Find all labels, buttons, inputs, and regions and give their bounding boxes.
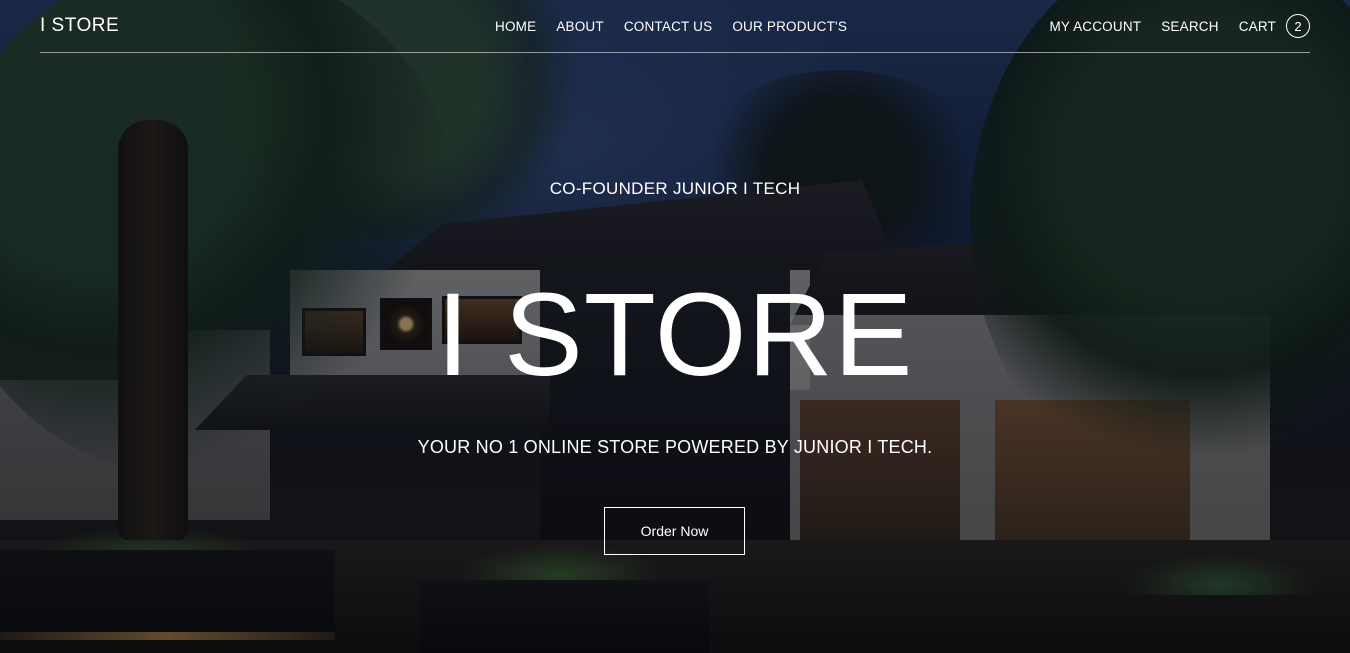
- my-account-link[interactable]: MY ACCOUNT: [1049, 19, 1141, 34]
- hero-tagline: YOUR NO 1 ONLINE STORE POWERED BY JUNIOR…: [417, 437, 933, 457]
- brand-logo[interactable]: I STORE: [40, 15, 119, 37]
- order-now-button[interactable]: Order Now: [604, 507, 745, 555]
- main-nav: HOME ABOUT CONTACT US OUR PRODUCT'S: [495, 19, 847, 34]
- nav-home[interactable]: HOME: [495, 19, 536, 34]
- cart-count-badge: 2: [1286, 14, 1310, 38]
- hero-section: I STORE HOME ABOUT CONTACT US OUR PRODUC…: [0, 0, 1350, 653]
- hero-title: I STORE: [436, 269, 914, 401]
- search-link[interactable]: SEARCH: [1161, 19, 1218, 34]
- utility-nav: MY ACCOUNT SEARCH CART 2: [1049, 14, 1310, 38]
- nav-contact-us[interactable]: CONTACT US: [624, 19, 713, 34]
- cart-label: CART: [1238, 19, 1276, 34]
- nav-about[interactable]: ABOUT: [556, 19, 604, 34]
- hero-eyebrow: CO-FOUNDER JUNIOR I TECH: [549, 179, 801, 198]
- cart-link[interactable]: CART 2: [1239, 14, 1310, 38]
- site-header: I STORE HOME ABOUT CONTACT US OUR PRODUC…: [40, 0, 1310, 53]
- nav-our-products[interactable]: OUR PRODUCT'S: [732, 19, 847, 34]
